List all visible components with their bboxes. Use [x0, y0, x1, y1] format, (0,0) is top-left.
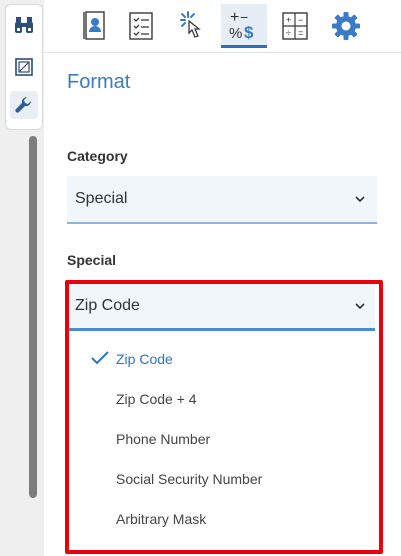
option-label: Zip Code [116, 351, 173, 367]
panel-toolbar: + − % $ + − ÷ = [44, 0, 401, 53]
gear-icon[interactable] [323, 4, 369, 48]
calculator-icon[interactable]: + − ÷ = [272, 4, 318, 48]
chevron-down-icon [355, 196, 365, 203]
svg-text:=: = [298, 28, 303, 38]
svg-text:+: + [230, 9, 239, 26]
option-zip-code[interactable]: Zip Code [69, 339, 375, 379]
vertical-scrollbar[interactable] [29, 136, 37, 498]
crop-frame-icon[interactable] [10, 53, 38, 81]
option-zip-code-plus-4[interactable]: Zip Code + 4 [69, 379, 375, 419]
category-label: Category [67, 148, 128, 164]
number-format-icon[interactable]: + − % $ [221, 4, 267, 48]
option-label: Arbitrary Mask [116, 511, 207, 527]
option-label: Social Security Number [116, 471, 263, 487]
option-label: Zip Code + 4 [116, 391, 197, 407]
special-label: Special [67, 252, 117, 268]
option-label: Phone Number [116, 431, 211, 447]
special-options-menu: Zip Code Zip Code + 4 Phone Number Socia… [69, 331, 375, 542]
binoculars-icon[interactable] [10, 11, 38, 39]
format-panel: + − % $ + − ÷ = Format Category Special … [44, 0, 401, 556]
option-phone-number[interactable]: Phone Number [69, 419, 375, 459]
category-select[interactable]: Special [67, 176, 377, 224]
checklist-icon[interactable] [118, 4, 164, 48]
svg-text:%: % [229, 25, 242, 42]
wrench-icon[interactable] [10, 91, 38, 119]
rail-tabs [5, 4, 43, 130]
panel-title: Format [67, 71, 131, 93]
chevron-down-icon [355, 303, 365, 310]
contacts-book-icon[interactable] [71, 4, 117, 48]
category-value: Special [75, 190, 128, 207]
option-arbitrary-mask[interactable]: Arbitrary Mask [69, 499, 375, 539]
scrollbar-thumb[interactable] [29, 136, 37, 498]
special-value: Zip Code [75, 297, 140, 314]
option-social-security-number[interactable]: Social Security Number [69, 459, 375, 499]
svg-text:+: + [286, 15, 291, 25]
special-select[interactable]: Zip Code [69, 284, 375, 331]
svg-text:$: $ [244, 23, 254, 42]
left-rail [0, 0, 44, 556]
svg-text:÷: ÷ [286, 28, 291, 38]
svg-text:−: − [298, 15, 303, 25]
checkmark-icon [91, 351, 109, 365]
touch-click-icon[interactable] [170, 4, 216, 48]
